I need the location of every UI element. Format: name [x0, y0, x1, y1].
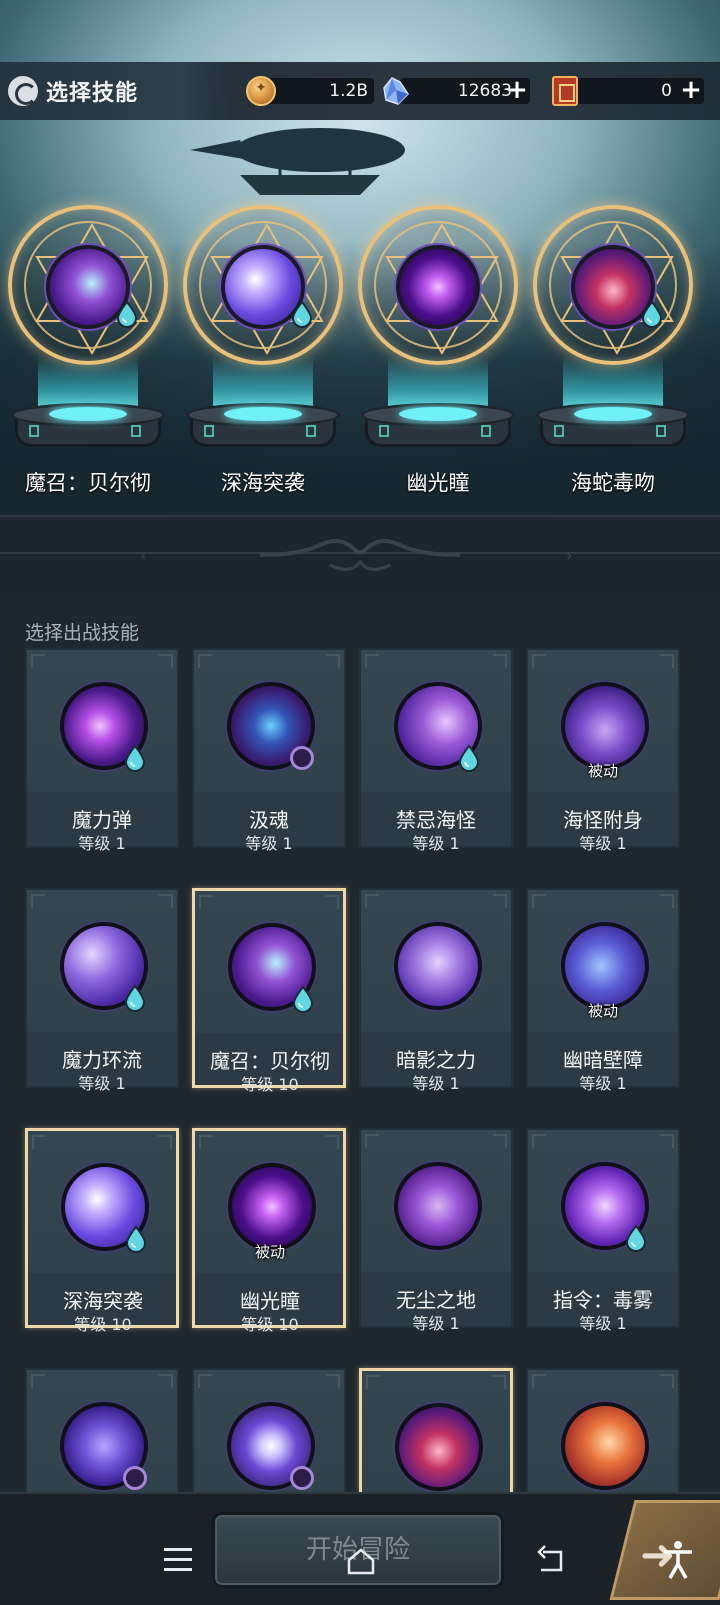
skill-card[interactable]: 无尘之地 等级 1: [359, 1128, 513, 1333]
water-drop-icon: [641, 300, 663, 328]
accessibility-icon[interactable]: [660, 1540, 696, 1580]
water-drop-icon: [292, 985, 314, 1013]
equipped-slot[interactable]: 魔召：贝尔彻: [3, 205, 173, 495]
equipped-skill-name: 幽光瞳: [406, 471, 470, 495]
water-drop-icon: [125, 1225, 147, 1253]
title-area: 选择技能: [0, 62, 230, 120]
skill-level: 等级 1: [579, 1314, 627, 1333]
skill-card[interactable]: 魔力环流 等级 1: [25, 888, 179, 1093]
gem-counter: 12683 +: [378, 74, 534, 108]
skill-card[interactable]: [526, 1368, 680, 1512]
skill-name: 海怪附身: [563, 808, 643, 832]
water-drop-icon: [291, 300, 313, 328]
add-gems-button[interactable]: +: [504, 77, 530, 104]
skill-name: 幽光瞳: [240, 1289, 300, 1313]
skill-name: 暗影之力: [396, 1048, 476, 1072]
skill-level: 等级 1: [245, 834, 293, 853]
dustless-land-icon: [394, 1162, 482, 1250]
kraken-possession-icon: [561, 682, 649, 770]
fire-sword-icon: [561, 1402, 649, 1490]
skill-card[interactable]: 魔力弹 等级 1: [25, 648, 179, 853]
pedestal: [11, 403, 165, 455]
skill-card[interactable]: 深海突袭 等级 10: [25, 1128, 179, 1334]
skill-card[interactable]: 被动 幽暗壁障 等级 1: [526, 888, 680, 1093]
skill-level: 等级 1: [579, 834, 627, 853]
skill-name: 汲魂: [249, 808, 289, 832]
gold-coin-icon: [246, 76, 276, 106]
skill-level: 等级 1: [78, 1074, 126, 1093]
chevron-right-icon: ›: [566, 546, 573, 565]
skill-level: 等级 1: [579, 1074, 627, 1093]
skill-card[interactable]: [25, 1368, 179, 1512]
orb-badge-icon: [290, 746, 314, 770]
water-drop-icon: [625, 1224, 647, 1252]
equipped-skill-name: 深海突袭: [221, 471, 305, 495]
skill-card[interactable]: [359, 1368, 513, 1513]
skill-level: 等级 1: [412, 1314, 460, 1333]
pedestal: [361, 403, 515, 455]
add-tickets-button[interactable]: +: [678, 77, 704, 104]
menu-icon[interactable]: [164, 1548, 196, 1574]
shadow-power-icon: [394, 922, 482, 1010]
pedestal: [186, 403, 340, 455]
skill-swirl-icon: [8, 76, 38, 106]
skill-name: 魔召：贝尔彻: [210, 1049, 330, 1073]
water-drop-icon: [116, 300, 138, 328]
skill-card[interactable]: [192, 1368, 346, 1512]
ticket-value: 0: [661, 81, 672, 101]
orb-badge-icon: [290, 1466, 314, 1490]
sea-serpent-maw-icon: [395, 1403, 483, 1491]
dark-barrier-icon: [561, 922, 649, 1010]
ticket-counter: 0 +: [548, 74, 708, 108]
equipped-skill-name: 魔召：贝尔彻: [25, 471, 151, 495]
passive-label: 被动: [587, 1002, 618, 1020]
skill-card[interactable]: 禁忌海怪 等级 1: [359, 648, 513, 853]
chevron-left-icon: ‹: [140, 546, 147, 565]
water-drop-icon: [124, 744, 146, 772]
airship-illustration: [190, 128, 405, 195]
skill-name: 禁忌海怪: [396, 808, 476, 832]
passive-label: 被动: [254, 1243, 285, 1261]
skill-card[interactable]: 汲魂 等级 1: [192, 648, 346, 853]
crystal-gem-icon: [383, 77, 409, 105]
water-drop-icon: [458, 744, 480, 772]
gold-value: 1.2B: [329, 81, 368, 101]
skill-name: 幽暗壁障: [563, 1048, 643, 1072]
pedestal: [536, 403, 690, 455]
equipped-slot[interactable]: 幽光瞳: [353, 205, 523, 495]
skill-name: 魔力环流: [62, 1048, 142, 1072]
ornament-icon: [260, 539, 460, 571]
skill-level: 等级 1: [412, 1074, 460, 1093]
equipped-slot[interactable]: 深海突袭: [178, 205, 348, 495]
skill-card[interactable]: 被动 海怪附身 等级 1: [526, 648, 680, 853]
section-label: 选择出战技能: [25, 622, 140, 644]
skill-level: 等级 10: [241, 1075, 299, 1094]
back-icon[interactable]: [533, 1544, 567, 1576]
skill-card[interactable]: 暗影之力 等级 1: [359, 888, 513, 1093]
skill-name: 无尘之地: [396, 1288, 476, 1312]
skill-level: 等级 10: [241, 1315, 299, 1334]
skill-level: 等级 1: [78, 834, 126, 853]
skill-name: 指令：毒雾: [553, 1288, 653, 1312]
water-drop-icon: [124, 984, 146, 1012]
page-title: 选择技能: [46, 81, 139, 106]
home-icon[interactable]: [346, 1546, 376, 1576]
skill-level: 等级 10: [74, 1315, 132, 1334]
purple-eye-icon: [396, 245, 480, 329]
orb-badge-icon: [123, 1466, 147, 1490]
skill-card[interactable]: 指令：毒雾 等级 1: [526, 1128, 680, 1333]
skill-name: 魔力弹: [72, 808, 132, 832]
equipped-skill-name: 海蛇毒吻: [571, 471, 655, 495]
skill-card[interactable]: 魔召：贝尔彻 等级 10: [192, 888, 346, 1094]
gold-counter: 1.2B: [246, 74, 376, 108]
purple-eye-icon: [228, 1163, 316, 1251]
skill-name: 深海突袭: [63, 1289, 143, 1313]
passive-label: 被动: [587, 762, 618, 780]
equipped-slot[interactable]: 海蛇毒吻: [528, 205, 698, 495]
skill-card[interactable]: 被动 幽光瞳 等级 10: [192, 1128, 346, 1334]
skill-level: 等级 1: [412, 834, 460, 853]
gem-value: 12683: [457, 81, 512, 101]
red-scroll-icon: [552, 76, 578, 106]
